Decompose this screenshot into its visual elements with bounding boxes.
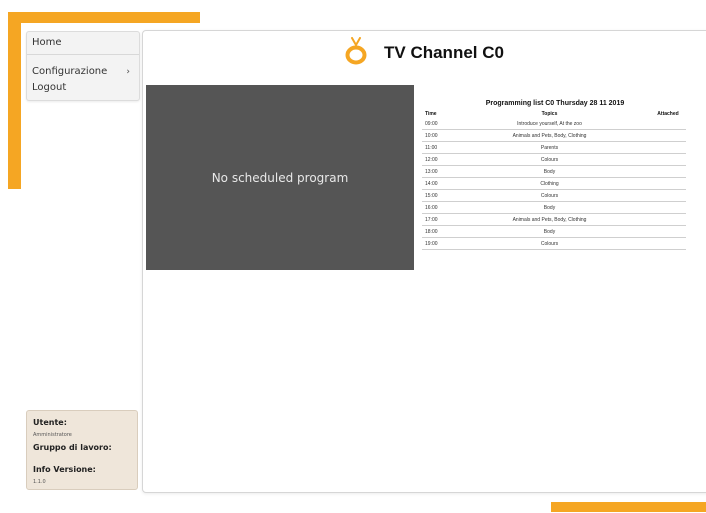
time-cell: 12:00 — [422, 153, 449, 166]
sidebar-item-home[interactable]: Home — [27, 32, 139, 55]
tv-icon — [345, 37, 367, 65]
topics-cell: Body — [449, 201, 650, 214]
table-header-row: Time Topics Attached — [422, 109, 686, 118]
table-row[interactable]: 10:00 Animals and Pets, Body, Clothing — [422, 129, 686, 142]
attached-cell — [650, 153, 686, 166]
schedule-table: Time Topics Attached 09:00 Introduce your… — [422, 109, 686, 250]
table-row[interactable]: 17:00 Animals and Pets, Body, Clothing — [422, 213, 686, 226]
table-row[interactable]: 09:00 Introduce yourself, At the zoo — [422, 118, 686, 130]
attached-cell — [650, 177, 686, 190]
channel-title: TV Channel C0 — [384, 43, 504, 62]
decorative-bar-top — [8, 12, 200, 23]
table-row[interactable]: 15:00 Colours — [422, 189, 686, 202]
topics-cell: Parents — [449, 141, 650, 154]
attached-cell — [650, 237, 686, 250]
table-row[interactable]: 16:00 Body — [422, 201, 686, 214]
column-header-topics: Topics — [541, 110, 558, 117]
table-row[interactable]: 13:00 Body — [422, 165, 686, 178]
attached-cell — [650, 213, 686, 226]
decorative-bar-left — [8, 12, 21, 189]
sidebar-menu: Home Configurazione › Logout — [26, 31, 140, 101]
time-cell: 15:00 — [422, 189, 449, 202]
decorative-bar-bottom — [551, 502, 706, 512]
user-label: Utente: — [33, 418, 67, 427]
time-cell: 17:00 — [422, 213, 449, 226]
topics-cell: Colours — [449, 189, 650, 202]
player-status-message: No scheduled program — [211, 171, 349, 185]
time-cell: 19:00 — [422, 237, 449, 250]
topics-cell: Animals and Pets, Body, Clothing — [449, 213, 650, 226]
video-player[interactable]: No scheduled program — [146, 85, 414, 270]
table-row[interactable]: 18:00 Body — [422, 225, 686, 238]
attached-cell — [650, 141, 686, 154]
schedule-title: Programming list C0 Thursday 28 11 2019 — [485, 100, 625, 107]
version-value: 1.1.0 — [33, 479, 46, 485]
topics-cell: Animals and Pets, Body, Clothing — [449, 129, 650, 142]
attached-cell — [650, 129, 686, 142]
version-label: Info Versione: — [33, 465, 96, 474]
programming-schedule: Programming list C0 Thursday 28 11 2019 … — [422, 99, 688, 250]
time-cell: 13:00 — [422, 165, 449, 178]
column-header-attached: Attached — [657, 110, 679, 117]
table-row[interactable]: 14:00 Clothing — [422, 177, 686, 190]
time-cell: 10:00 — [422, 129, 449, 142]
topics-cell: Colours — [449, 153, 650, 166]
attached-cell — [650, 201, 686, 214]
time-cell: 09:00 — [422, 118, 449, 130]
attached-cell — [650, 189, 686, 202]
time-cell: 14:00 — [422, 177, 449, 190]
sidebar-item-logout[interactable]: Logout — [27, 77, 139, 99]
sidebar-item-label: Configurazione — [32, 66, 108, 77]
topics-cell: Clothing — [449, 177, 650, 190]
topics-cell: Colours — [449, 237, 650, 250]
topics-cell: Introduce yourself, At the zoo — [449, 118, 650, 130]
sidebar-item-label: Logout — [32, 82, 67, 93]
column-header-time: Time — [425, 110, 437, 117]
attached-cell — [650, 118, 686, 130]
table-row[interactable]: 12:00 Colours — [422, 153, 686, 166]
table-row[interactable]: 19:00 Colours — [422, 237, 686, 250]
time-cell: 18:00 — [422, 225, 449, 238]
sidebar-item-label: Home — [32, 37, 62, 48]
user-value: Amministratore — [33, 432, 72, 438]
topics-cell: Body — [449, 165, 650, 178]
table-row[interactable]: 11:00 Parents — [422, 141, 686, 154]
topics-cell: Body — [449, 225, 650, 238]
workgroup-label: Gruppo di lavoro: — [33, 443, 112, 452]
attached-cell — [650, 165, 686, 178]
time-cell: 16:00 — [422, 201, 449, 214]
time-cell: 11:00 — [422, 141, 449, 154]
attached-cell — [650, 225, 686, 238]
session-info-box: Utente: Amministratore Gruppo di lavoro:… — [26, 410, 138, 490]
